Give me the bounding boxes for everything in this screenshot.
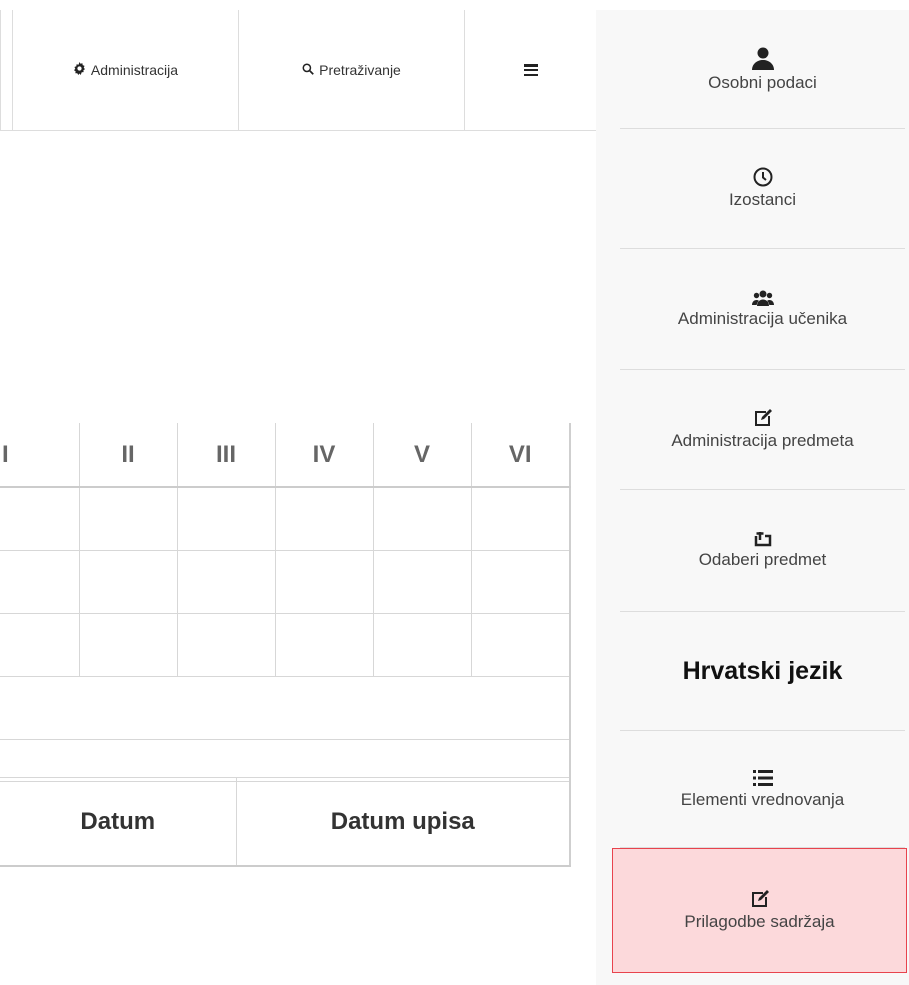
edit-icon	[750, 889, 770, 909]
nav-administration[interactable]: Administracija	[12, 10, 238, 130]
users-icon	[751, 290, 774, 306]
grade-cell[interactable]	[372, 550, 472, 614]
grade-cell[interactable]	[274, 613, 374, 677]
sidebar-item-absences[interactable]: Izostanci	[620, 129, 905, 249]
grades-table: I II III IV V VI	[0, 423, 571, 782]
sidebar-item-content-adjustments[interactable]: Prilagodbe sadržaja	[612, 848, 907, 973]
grade-cell[interactable]	[176, 486, 276, 551]
sidebar: Osobni podaci Izostanci Administracija u…	[596, 10, 909, 985]
sidebar-item-label: Administracija učenika	[677, 308, 848, 328]
enrollment-date-column-header: Datum upisa	[235, 777, 571, 867]
selected-subject: Hrvatski jezik	[620, 612, 905, 731]
grade-column-header: IV	[274, 423, 374, 488]
sidebar-item-label: Elementi vrednovanja	[680, 789, 845, 809]
grade-cell[interactable]	[372, 613, 472, 677]
grade-cell[interactable]	[274, 550, 374, 614]
table-row	[0, 613, 571, 677]
date-column-header: Datum	[0, 777, 237, 867]
dates-table: Datum Datum upisa	[0, 777, 571, 867]
hamburger-icon	[523, 64, 538, 76]
sidebar-item-label: Prilagodbe sadržaja	[684, 912, 835, 931]
nav-search[interactable]: Pretraživanje	[238, 10, 464, 130]
merged-cell	[0, 739, 571, 782]
user-icon	[751, 46, 775, 70]
edit-icon	[753, 408, 773, 428]
menu-toggle-button[interactable]	[464, 10, 596, 130]
grade-cell[interactable]	[274, 486, 374, 551]
grade-column-header: III	[176, 423, 276, 488]
list-icon	[752, 769, 773, 787]
grade-cell[interactable]	[470, 613, 571, 677]
grade-cell[interactable]	[372, 486, 472, 551]
sidebar-item-choose-subject[interactable]: Odaberi predmet	[620, 490, 905, 612]
sidebar-item-subject-admin[interactable]: Administracija predmeta	[620, 370, 905, 490]
sidebar-item-label: Odaberi predmet	[698, 550, 827, 569]
table-row	[0, 550, 571, 614]
grade-cell[interactable]	[0, 486, 80, 551]
grade-column-header: II	[78, 423, 178, 488]
nav-search-label: Pretraživanje	[319, 62, 401, 78]
grade-cell[interactable]	[176, 613, 276, 677]
grade-cell[interactable]	[0, 613, 80, 677]
grade-cell[interactable]	[176, 550, 276, 614]
gear-icon	[73, 62, 86, 78]
search-icon	[302, 62, 314, 78]
grade-cell[interactable]	[78, 550, 178, 614]
top-navigation: Administracija Pretraživanje	[0, 10, 596, 131]
sidebar-item-student-admin[interactable]: Administracija učenika	[620, 249, 905, 370]
grade-cell[interactable]	[470, 486, 571, 551]
sidebar-item-evaluation-elements[interactable]: Elementi vrednovanja	[620, 731, 905, 848]
nav-administration-label: Administracija	[90, 62, 179, 78]
nav-cell-partial	[0, 10, 12, 130]
selected-subject-label: Hrvatski jezik	[682, 656, 843, 685]
grade-column-header: I	[0, 423, 80, 488]
grade-cell[interactable]	[0, 550, 80, 614]
table-row-merged	[0, 739, 571, 782]
grade-cell[interactable]	[470, 550, 571, 614]
sidebar-item-label: Administracija predmeta	[671, 431, 854, 450]
grade-cell[interactable]	[78, 486, 178, 551]
sidebar-item-label: Izostanci	[728, 190, 797, 209]
grade-cell[interactable]	[78, 613, 178, 677]
table-row	[0, 486, 571, 551]
merged-cell	[0, 676, 571, 740]
retweet-icon	[753, 531, 773, 547]
table-row-merged	[0, 676, 571, 740]
sidebar-item-label: Osobni podaci	[708, 72, 817, 92]
clock-icon	[753, 167, 773, 187]
grade-column-header: VI	[470, 423, 571, 488]
grade-column-header: V	[372, 423, 472, 488]
sidebar-item-personal-data[interactable]: Osobni podaci	[620, 10, 905, 129]
